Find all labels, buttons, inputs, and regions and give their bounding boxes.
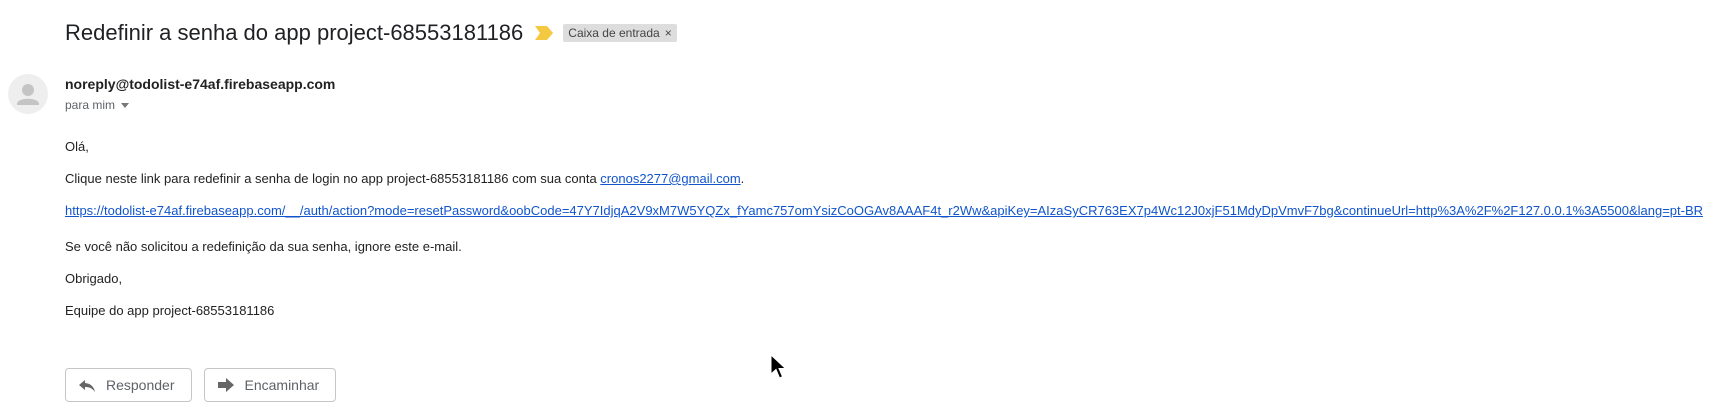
default-avatar-icon	[8, 74, 48, 114]
remove-label-button[interactable]: ×	[665, 26, 672, 40]
body-instruction-period: .	[740, 171, 745, 186]
account-email-link[interactable]: cronos2277@gmail.com	[600, 171, 740, 186]
reset-link-paragraph: https://todolist-e74af.firebaseapp.com/_…	[65, 203, 1715, 223]
sender-block: noreply@todolist-e74af.firebaseapp.com p…	[65, 76, 335, 112]
reply-button-label: Responder	[106, 377, 175, 393]
inbox-label-text: Caixa de entrada	[568, 26, 660, 40]
inbox-label-chip: Caixa de entrada ×	[563, 24, 677, 42]
forward-arrow-icon	[217, 376, 235, 394]
forward-button[interactable]: Encaminhar	[203, 368, 337, 402]
body-instruction: Clique neste link para redefinir a senha…	[65, 171, 1715, 187]
email-subject: Redefinir a senha do app project-6855318…	[65, 20, 524, 45]
body-instruction-text: Clique neste link para redefinir a senha…	[65, 171, 601, 186]
reply-arrow-icon	[78, 376, 96, 394]
body-signature: Equipe do app project-68553181186	[65, 303, 275, 318]
reset-password-link[interactable]: https://todolist-e74af.firebaseapp.com/_…	[65, 203, 1703, 219]
message-actions: Responder Encaminhar	[65, 368, 337, 402]
recipient-text: para mim	[65, 98, 116, 112]
subject-row: Redefinir a senha do app project-6855318…	[65, 18, 677, 48]
sender-address: noreply@todolist-e74af.firebaseapp.com	[65, 76, 336, 92]
body-ignore-note: Se você não solicitou a redefinição da s…	[65, 239, 462, 254]
mouse-pointer-icon	[770, 353, 788, 380]
recipient-row: para mim	[65, 98, 335, 112]
body-thanks: Obrigado,	[65, 271, 123, 286]
reply-button[interactable]: Responder	[65, 368, 192, 402]
importance-marker-icon[interactable]	[535, 26, 554, 40]
body-greeting: Olá,	[65, 139, 89, 154]
message-body: Olá, Clique neste link para redefinir a …	[65, 139, 1715, 319]
forward-button-label: Encaminhar	[244, 377, 320, 393]
chevron-down-icon[interactable]	[121, 102, 130, 108]
